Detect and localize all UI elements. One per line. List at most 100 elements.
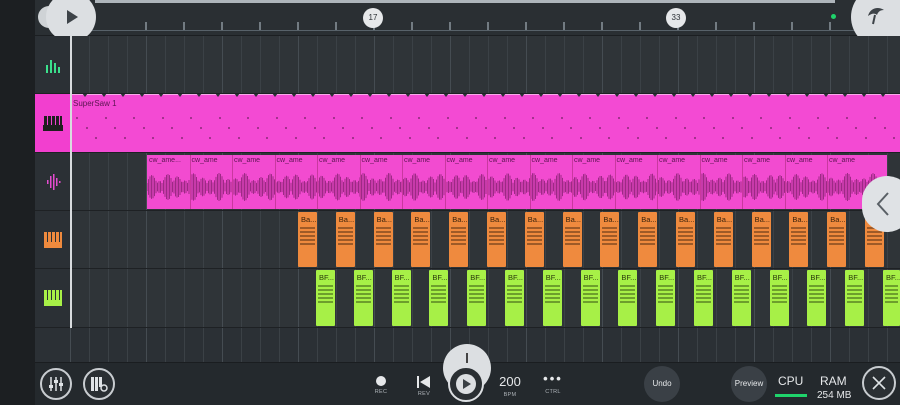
pattern-clip[interactable]: Ba... [449,212,469,267]
clip-notes [829,227,845,249]
pattern-clip[interactable]: BF... [807,270,827,326]
pattern-clip[interactable]: BF... [580,270,600,326]
grid-line [773,36,774,93]
playhead[interactable] [70,36,72,328]
pattern-clip[interactable]: BF... [656,270,676,326]
pattern-clip[interactable]: Ba... [335,212,355,267]
instrument-settings-button[interactable] [83,368,115,400]
grid-line [640,36,641,93]
pattern-clip[interactable]: BF... [769,270,789,326]
grid-line [640,269,641,327]
clip-supersaw[interactable]: SuperSaw 1 [70,93,900,152]
audio-clip-label: cw_ame [616,157,643,164]
pattern-clip[interactable]: BF... [467,270,487,326]
pattern-clip[interactable]: Ba... [298,212,317,267]
pattern-clip[interactable]: Ba... [789,212,809,267]
pattern-clip[interactable]: Ba... [827,212,847,267]
track-header-bf[interactable] [35,269,70,327]
pattern-clip[interactable]: Ba... [676,212,695,267]
note-dot [807,137,810,139]
note-dot [570,127,572,129]
pattern-clip[interactable]: BF... [845,270,865,326]
pattern-clip[interactable]: BF... [429,270,449,326]
lane-bass[interactable] [70,211,900,268]
track-header-mixer[interactable] [35,36,70,93]
pattern-clip[interactable]: BF... [731,270,751,326]
timeline-ruler[interactable]: 17 33 [35,0,900,36]
grid-line [887,36,888,93]
note-dot [427,127,430,129]
bpm-control[interactable]: 200 BPM [490,367,530,398]
mixer-button[interactable] [40,368,72,400]
piano-icon [43,290,62,306]
note-dot [855,127,857,129]
grid-line [792,269,793,327]
grid-line [165,36,166,93]
pattern-clip[interactable]: Ba... [713,212,733,267]
preview-button[interactable]: Preview [731,366,767,402]
play-button[interactable] [448,366,484,402]
note-dot [180,137,183,139]
fl-studio-mobile-app: 17 33 SuperSaw 1 cw_ame... cw_ame cw_ame… [0,0,900,405]
grid-line [507,328,508,362]
grid-line [526,36,527,93]
note-dot [760,117,762,119]
pattern-clip[interactable]: Ba... [562,212,582,267]
audio-clip-divider [274,155,276,209]
clip-notes [526,227,542,249]
clip-notes [413,227,429,249]
note-dot [893,137,895,139]
pattern-clip[interactable]: BF... [391,270,411,326]
audio-clip-divider [614,155,616,209]
pattern-clip[interactable]: BF... [505,270,524,326]
pattern-clip[interactable]: BF... [542,270,562,326]
pattern-clip[interactable]: Ba... [751,212,771,267]
grid-line [393,211,394,268]
grid-line [868,328,869,362]
grid-line [146,36,147,93]
grid-line [393,328,394,362]
ctrl-button[interactable]: ••• CTRL [533,367,573,395]
rev-button[interactable]: REV [404,367,444,397]
lane-mixer[interactable] [70,36,900,93]
note-dot [399,127,401,129]
track-header-audio[interactable] [35,153,70,210]
rec-button[interactable]: REC [361,367,401,395]
pattern-clip[interactable]: Ba... [411,212,431,267]
pattern-clip[interactable]: Ba... [487,212,506,267]
clip-audio[interactable]: cw_ame... cw_ame cw_ame cw_ame cw_ame cw_ame c… [147,155,887,209]
undo-button[interactable]: Undo [644,366,680,402]
bar-marker-17[interactable]: 17 [363,8,383,28]
close-button[interactable] [862,366,896,400]
loop-range-bar[interactable] [95,0,835,3]
clip-label: Ba... [792,215,808,224]
audio-clip-label: cw_ame [446,157,473,164]
grid-line [621,36,622,93]
pattern-clip[interactable]: Ba... [638,212,658,267]
grid-line [526,328,527,362]
track-header-bass[interactable] [35,211,70,268]
bar-marker-33[interactable]: 33 [666,8,686,28]
note-dot [579,137,582,139]
note-dot [845,117,848,119]
audio-clip-label: cw_ame [701,157,728,164]
pattern-clip[interactable]: BF... [353,270,373,326]
pattern-clip[interactable]: BF... [694,270,713,326]
expand-panel-button[interactable] [862,176,900,232]
clip-notes [393,285,409,307]
pattern-clip[interactable]: BF... [316,270,335,326]
pattern-clip[interactable]: Ba... [373,212,393,267]
note-dot [769,127,772,129]
pattern-clip[interactable]: Ba... [600,212,620,267]
track-header-supersaw[interactable] [35,93,70,152]
pattern-clip[interactable]: BF... [618,270,638,326]
grid-line [450,269,451,327]
clip-label: Ba... [527,215,544,224]
grid-line [222,36,223,93]
pattern-clip[interactable]: BF... [883,270,900,326]
pattern-clip[interactable]: Ba... [524,212,544,267]
grid-line [317,211,318,268]
clip-label: BF... [432,273,448,282]
note-dot [142,127,145,129]
grid-line [583,328,584,362]
